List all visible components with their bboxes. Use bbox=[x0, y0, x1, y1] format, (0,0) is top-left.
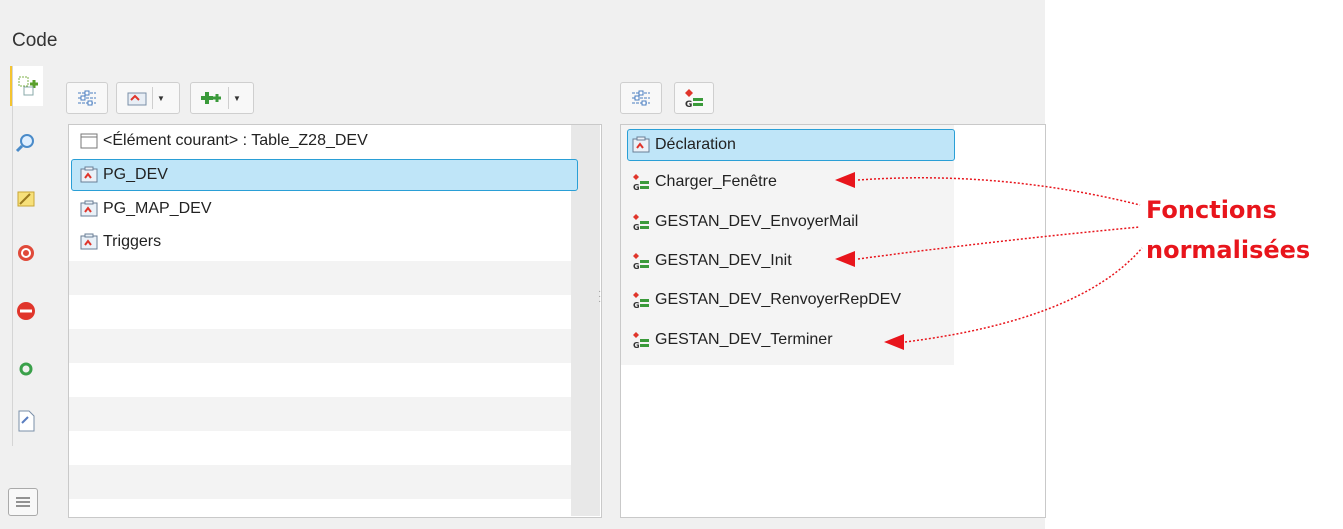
annotation-label-line2: normalisées bbox=[1146, 236, 1311, 264]
annotation-arrows bbox=[835, 172, 1143, 350]
annotation-label-line1: Fonctions bbox=[1146, 196, 1277, 224]
